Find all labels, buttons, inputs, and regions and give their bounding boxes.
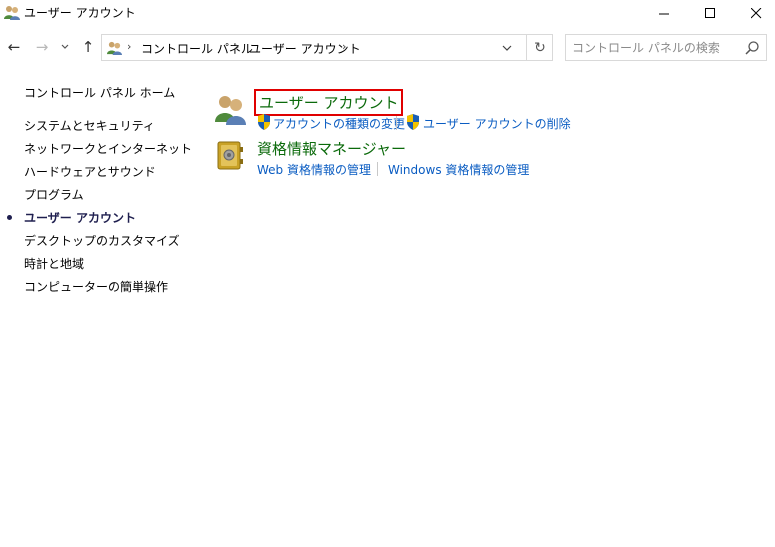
link-separator [377,162,378,176]
minimize-icon [658,13,669,14]
window-title: ユーザー アカウント [24,6,136,20]
credential-manager-icon [217,141,243,170]
maximize-icon [704,7,715,18]
control-panel-home-link[interactable]: コントロール パネル ホーム [24,84,175,101]
nav-network-internet[interactable]: ネットワークとインターネット [24,140,192,157]
nav-appearance-personalization[interactable]: デスクトップのカスタマイズ [24,232,180,249]
back-arrow-icon: ← [7,38,21,56]
current-location-bullet [7,215,12,220]
refresh-button[interactable]: ↻ [526,35,553,60]
maximize-button[interactable] [687,0,733,26]
minimize-button[interactable] [641,0,687,26]
remove-user-accounts-link[interactable]: ユーザー アカウントの削除 [423,115,571,132]
forward-arrow-icon: → [35,38,49,56]
user-accounts-icon [215,96,246,125]
navigation-bar: ← → ↑ › コントロール パネル › ユーザー アカウント › ↻ コントロ… [0,31,775,65]
control-panel-window: ユーザー アカウント ← → ↑ › コントロール パネル › ユーザー アカウ… [0,0,775,547]
manage-web-credentials-link[interactable]: Web 資格情報の管理 [257,161,371,178]
search-box[interactable] [565,34,767,61]
nav-user-accounts[interactable]: ユーザー アカウント [24,209,136,226]
uac-shield-icon [407,114,419,130]
address-bar[interactable]: › コントロール パネル › ユーザー アカウント › ↻ [101,34,553,61]
chevron-down-icon [502,45,512,51]
breadcrumb-separator[interactable]: › [235,40,239,53]
close-button[interactable] [733,0,775,26]
address-dropdown-button[interactable] [498,39,516,57]
close-icon [750,7,761,18]
search-input[interactable] [572,39,740,56]
breadcrumb-separator[interactable]: › [127,40,131,53]
refresh-icon: ↻ [534,39,546,56]
nav-ease-of-access[interactable]: コンピューターの簡単操作 [24,278,168,295]
change-account-type-link[interactable]: アカウントの種類の変更 [273,115,405,132]
chevron-down-icon [61,44,69,49]
nav-system-security[interactable]: システムとセキュリティ [24,117,155,134]
back-button[interactable]: ← [4,37,24,57]
user-accounts-icon [107,41,122,55]
forward-button[interactable]: → [32,37,52,57]
search-icon[interactable] [744,40,760,56]
user-accounts-icon [4,6,20,20]
up-arrow-icon: ↑ [81,38,95,56]
nav-clock-region[interactable]: 時計と地域 [24,255,84,272]
nav-hardware-sound[interactable]: ハードウェアとサウンド [24,163,156,180]
breadcrumb-separator[interactable]: › [342,40,346,53]
recent-locations-button[interactable] [58,37,72,57]
title-bar[interactable]: ユーザー アカウント [0,0,775,26]
nav-programs[interactable]: プログラム [24,186,84,203]
link-separator [396,116,397,130]
up-button[interactable]: ↑ [78,37,98,57]
credential-manager-title-link[interactable]: 資格情報マネージャー [257,138,406,159]
uac-shield-icon [258,114,270,130]
user-accounts-title-link[interactable]: ユーザー アカウント [254,89,404,116]
manage-windows-credentials-link[interactable]: Windows 資格情報の管理 [388,161,529,178]
